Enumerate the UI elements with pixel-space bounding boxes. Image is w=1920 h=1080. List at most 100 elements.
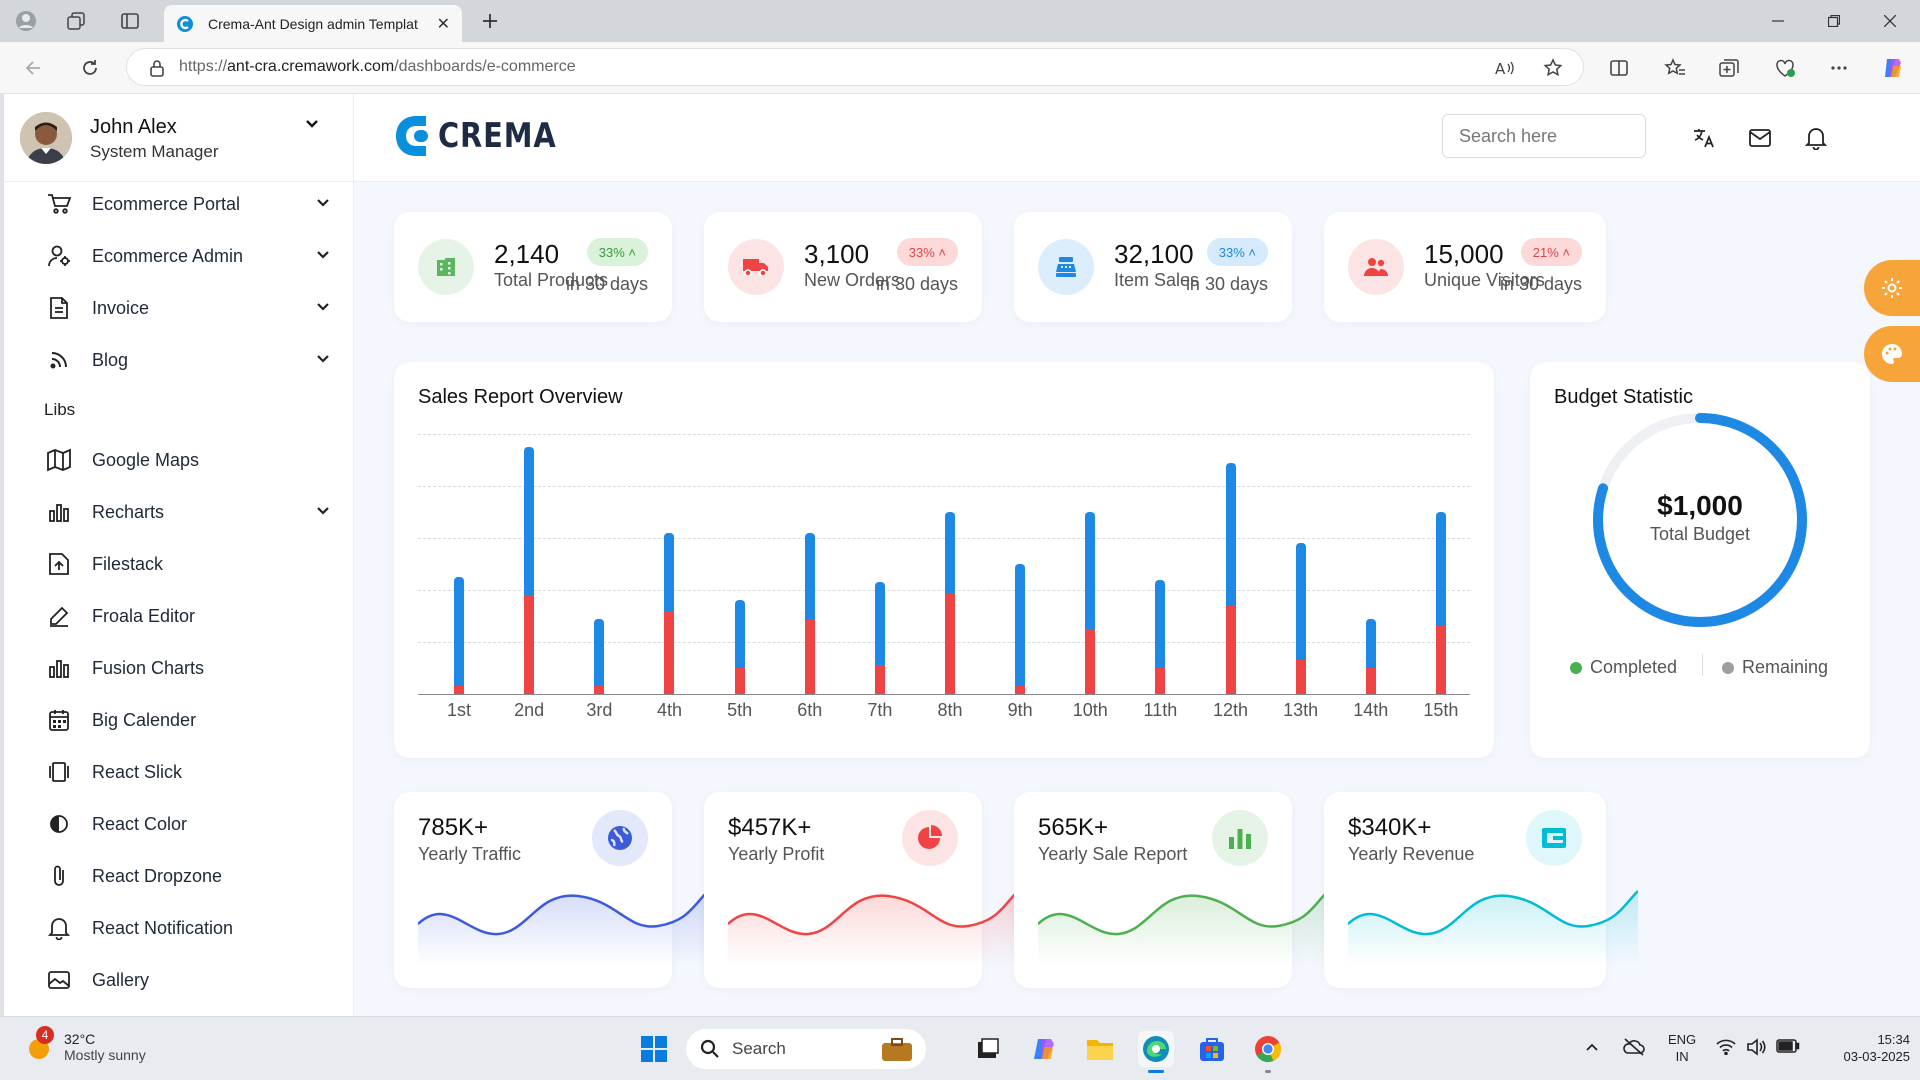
bar[interactable]	[1435, 512, 1446, 694]
chevron-down-icon[interactable]	[316, 300, 330, 314]
taskbar-search[interactable]: Search	[686, 1029, 926, 1069]
close-tab-icon[interactable]: ✕	[437, 14, 450, 34]
collections-icon[interactable]	[1716, 55, 1742, 81]
split-screen-icon[interactable]	[1606, 55, 1632, 81]
sidebar-item-filestack[interactable]: Filestack	[4, 538, 353, 590]
logo[interactable]: CREMA	[392, 112, 578, 160]
legend-remaining-label: Remaining	[1742, 657, 1829, 677]
stat-card: 2,140 Total Products 33% ˄ in 30 days	[394, 212, 672, 322]
bar[interactable]	[594, 618, 605, 694]
favorite-star-icon[interactable]	[1542, 57, 1564, 79]
start-button[interactable]	[636, 1031, 672, 1067]
messages-button[interactable]	[1738, 116, 1782, 160]
bar-segment	[1015, 686, 1026, 694]
back-icon[interactable]	[22, 56, 46, 80]
battery-icon[interactable]	[1776, 1039, 1800, 1053]
chevron-down-icon[interactable]	[316, 352, 330, 366]
bar[interactable]	[804, 532, 815, 694]
bar[interactable]	[874, 582, 885, 694]
bar[interactable]	[1365, 618, 1376, 694]
sidebar-item-blog[interactable]: Blog	[4, 334, 353, 386]
x-tick-label: 6th	[797, 700, 823, 720]
sidebar-item-gallery[interactable]: Gallery	[4, 954, 353, 1006]
sidebar-item-react-color[interactable]: React Color	[4, 798, 353, 850]
workspaces-icon[interactable]	[64, 9, 88, 33]
sidebar-item-froala-editor[interactable]: Froala Editor	[4, 590, 353, 642]
sidebar-item-react-dropzone[interactable]: React Dropzone	[4, 850, 353, 902]
chevron-down-icon[interactable]	[304, 116, 320, 132]
minimize-icon[interactable]	[1750, 0, 1806, 42]
chevron-up-icon[interactable]	[1584, 1039, 1600, 1055]
weather-widget[interactable]: 4 32°C Mostly sunny	[24, 1026, 146, 1063]
new-tab-icon[interactable]	[478, 9, 502, 33]
sidebar-item-react-slick[interactable]: React Slick	[4, 746, 353, 798]
url-field[interactable]: https://ant-cra.cremawork.com/dashboards…	[126, 48, 1584, 86]
bar[interactable]	[945, 512, 955, 694]
copilot-icon[interactable]	[1880, 55, 1906, 81]
chevron-down-icon[interactable]	[316, 504, 330, 518]
volume-icon[interactable]	[1746, 1038, 1766, 1056]
edge-browser-icon[interactable]	[1138, 1031, 1174, 1073]
bar[interactable]	[1085, 512, 1096, 694]
bar[interactable]	[1225, 462, 1236, 694]
bar[interactable]	[664, 532, 675, 694]
bar[interactable]	[1295, 543, 1306, 694]
language-indicator[interactable]: ENG IN	[1668, 1031, 1696, 1065]
sidebar-item-invoice[interactable]: Invoice	[4, 282, 353, 334]
bar-segment	[524, 595, 535, 694]
more-options-icon[interactable]	[1826, 55, 1852, 81]
bar[interactable]	[1015, 564, 1026, 694]
copilot-app-icon[interactable]	[1026, 1031, 1062, 1067]
wifi-icon[interactable]	[1716, 1039, 1736, 1055]
user-admin-icon	[46, 243, 72, 269]
bar[interactable]	[734, 600, 745, 694]
pie-icon	[902, 810, 958, 866]
favorites-icon[interactable]	[1662, 55, 1688, 81]
chrome-icon[interactable]	[1250, 1031, 1286, 1073]
legend-completed[interactable]: Completed	[1570, 657, 1677, 678]
file-explorer-icon[interactable]	[1082, 1031, 1118, 1067]
sidebar-item-react-notification[interactable]: React Notification	[4, 902, 353, 954]
profile-icon[interactable]	[14, 9, 38, 33]
sidebar-item-ecommerce-admin[interactable]: Ecommerce Admin	[4, 230, 353, 282]
legend-completed-label: Completed	[1590, 657, 1678, 677]
active-tab[interactable]: Crema-Ant Design admin Templat ✕	[164, 5, 462, 42]
x-tick-label: 13th	[1283, 700, 1319, 720]
search-input[interactable]	[1443, 115, 1645, 157]
chevron-down-icon[interactable]	[316, 196, 330, 210]
refresh-icon[interactable]	[78, 56, 102, 80]
legend-remaining[interactable]: Remaining	[1722, 657, 1828, 678]
stat-value: 15,000	[1424, 239, 1504, 269]
settings-button[interactable]	[1864, 260, 1920, 316]
sidebar: John Alex System Manager Wall AppEcommer…	[4, 94, 354, 1016]
notifications-button[interactable]	[1794, 116, 1838, 160]
theme-button[interactable]	[1864, 326, 1920, 382]
bar[interactable]	[1155, 579, 1166, 694]
user-profile[interactable]: John Alex System Manager	[4, 94, 353, 182]
store-icon[interactable]	[1194, 1031, 1230, 1067]
language-button[interactable]	[1682, 116, 1726, 160]
lock-icon[interactable]	[146, 57, 168, 79]
lang-top: ENG	[1668, 1032, 1697, 1047]
sidebar-item-google-maps[interactable]: Google Maps	[4, 434, 353, 486]
sidebar-item-big-calender[interactable]: Big Calender	[4, 694, 353, 746]
close-window-icon[interactable]	[1862, 0, 1918, 42]
sidebar-item-fusion-charts[interactable]: Fusion Charts	[4, 642, 353, 694]
sidebar-item-ecommerce-portal[interactable]: Ecommerce Portal	[4, 178, 353, 230]
browser-essentials-icon[interactable]	[1772, 55, 1798, 81]
sidebar-item-recharts[interactable]: Recharts	[4, 486, 353, 538]
avatar[interactable]	[20, 112, 72, 164]
register-icon	[1038, 239, 1094, 295]
chevron-down-icon[interactable]	[316, 248, 330, 262]
browser-tab-bar: Crema-Ant Design admin Templat ✕	[0, 0, 1920, 42]
sidebar-item-label: React Color	[92, 813, 188, 834]
cloud-offline-icon[interactable]	[1622, 1037, 1646, 1057]
task-view-icon[interactable]	[970, 1031, 1006, 1067]
trend-sparkline	[728, 890, 1018, 966]
read-aloud-icon[interactable]: A	[1494, 57, 1516, 79]
bar[interactable]	[454, 577, 465, 694]
tab-actions-icon[interactable]	[118, 9, 142, 33]
clock[interactable]: 15:34 03-03-2025	[1806, 1031, 1911, 1065]
restore-icon[interactable]	[1806, 0, 1862, 42]
bar[interactable]	[524, 447, 535, 694]
